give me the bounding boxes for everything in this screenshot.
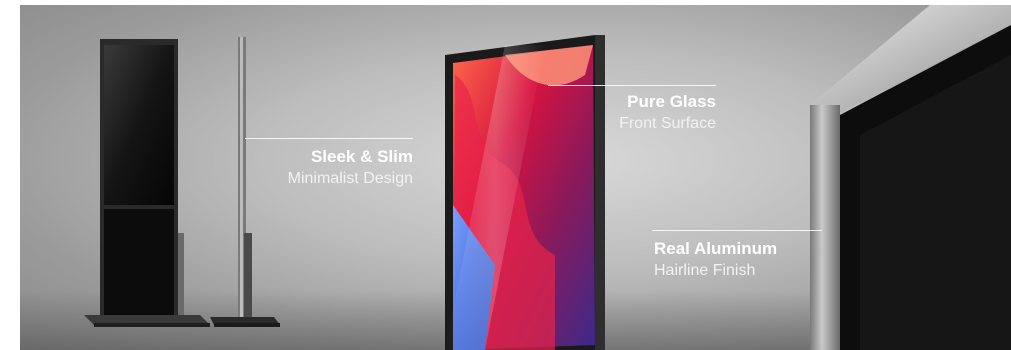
feature-callout-sleek: Sleek & Slim Minimalist Design xyxy=(245,138,413,190)
callout-line xyxy=(652,230,822,231)
feature-subtitle: Minimalist Design xyxy=(287,170,413,187)
feature-title: Pure Glass xyxy=(627,92,716,111)
feature-title: Sleek & Slim xyxy=(310,147,413,166)
feature-callout-aluminum: Real Aluminum Hairline Finish xyxy=(642,230,824,282)
product-banner: Sleek & Slim Minimalist Design Pure Glas… xyxy=(20,5,1011,350)
callout-line xyxy=(548,85,716,86)
display-glass-screen xyxy=(445,35,605,350)
feature-title: Real Aluminum xyxy=(654,239,778,258)
aluminum-frame-closeup xyxy=(810,5,1011,350)
kiosk-front-view xyxy=(84,39,210,327)
feature-subtitle: Hairline Finish xyxy=(654,262,756,279)
callout-line xyxy=(245,138,413,139)
feature-callout-glass: Pure Glass Front Surface xyxy=(548,85,716,135)
feature-subtitle: Front Surface xyxy=(619,115,716,132)
